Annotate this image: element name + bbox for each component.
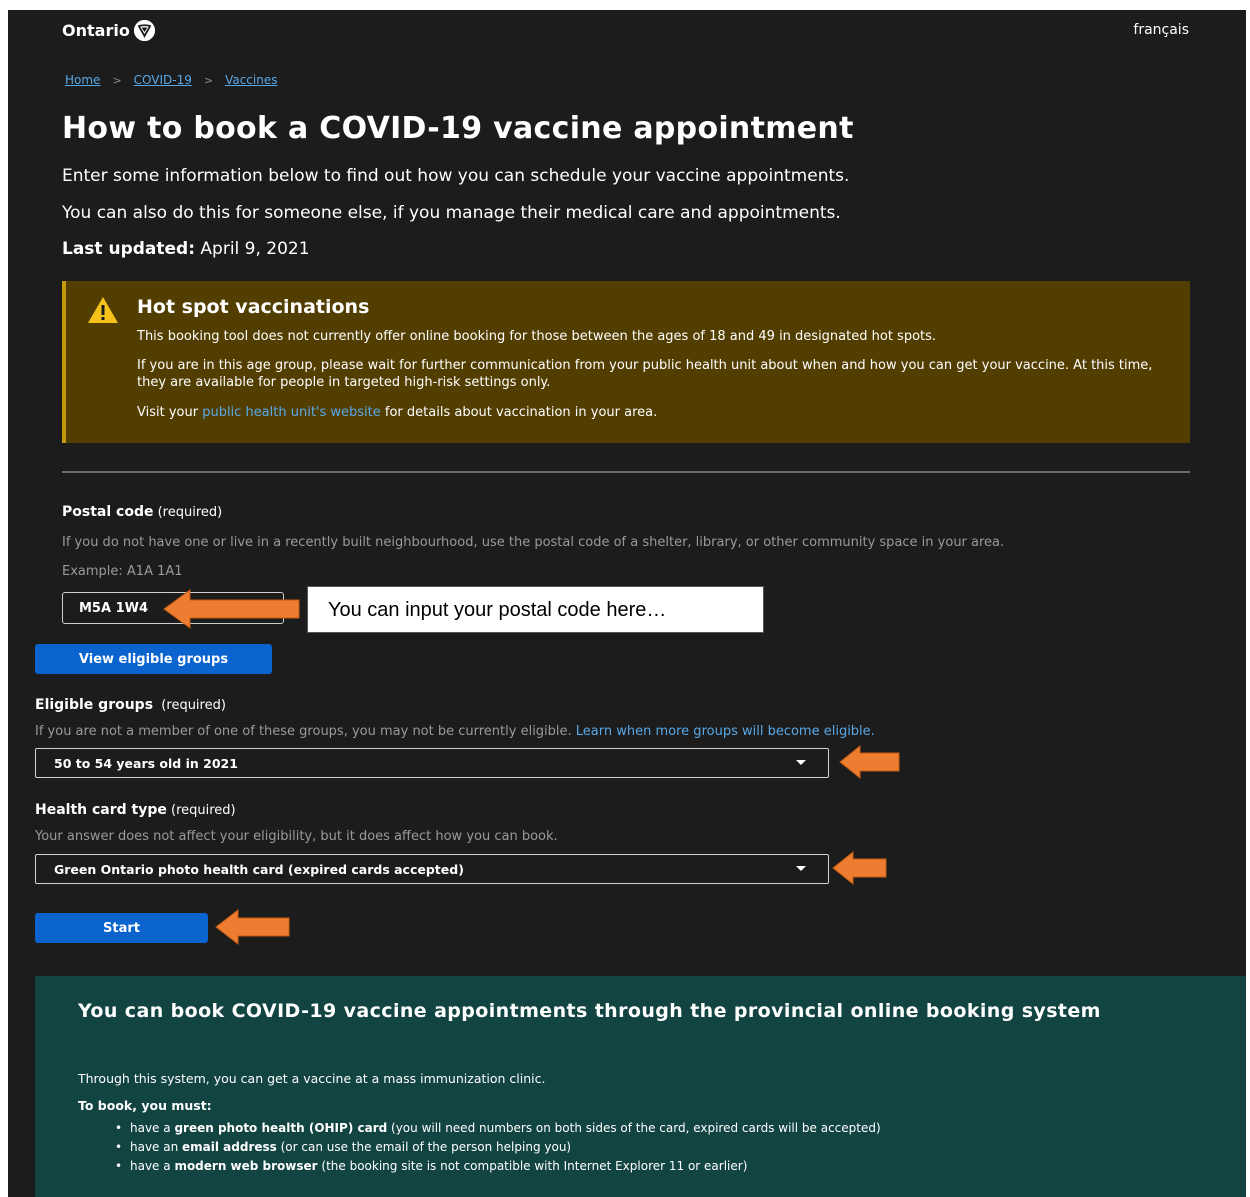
callout-text-part: Visit your	[137, 405, 203, 420]
item-text: (the booking site is not compatible with…	[317, 1159, 748, 1173]
trillium-icon	[133, 20, 155, 41]
chevron-down-icon	[796, 760, 806, 765]
chevron-down-icon	[796, 866, 806, 871]
last-updated: Last updated: April 9, 2021	[62, 239, 310, 259]
intro-text: Enter some information below to find out…	[62, 166, 850, 186]
label-text: Health card type	[35, 802, 167, 818]
booking-requirements-list: have a green photo health (OHIP) card (y…	[78, 1121, 881, 1178]
callout-title: Hot spot vaccinations	[137, 296, 370, 318]
view-eligible-groups-button[interactable]: View eligible groups	[35, 644, 272, 674]
page-title: How to book a COVID-19 vaccine appointme…	[62, 111, 854, 146]
item-emphasis: modern web browser	[174, 1159, 318, 1173]
language-toggle-link[interactable]: français	[1133, 22, 1189, 38]
annotation-arrow-icon	[163, 589, 300, 629]
breadcrumb-vaccines-link[interactable]: Vaccines	[225, 73, 277, 87]
callout-text: This booking tool does not currently off…	[137, 329, 937, 344]
section-divider	[62, 471, 1190, 473]
start-button[interactable]: Start	[35, 913, 208, 943]
booking-info-title: You can book COVID-19 vaccine appointmen…	[78, 1000, 1101, 1022]
last-updated-label: Last updated:	[62, 239, 196, 259]
booking-info-text: Through this system, you can get a vacci…	[78, 1071, 546, 1086]
annotation-arrow-icon	[839, 744, 900, 780]
postal-code-example: Example: A1A 1A1	[62, 564, 183, 579]
list-item: have a green photo health (OHIP) card (y…	[115, 1121, 881, 1136]
chevron-right-icon: >	[112, 73, 122, 87]
label-text: Postal code	[62, 504, 154, 520]
selected-value: Green Ontario photo health card (expired…	[54, 862, 464, 877]
postal-code-hint: If you do not have one or live in a rece…	[62, 535, 1005, 550]
annotation-arrow-icon	[832, 850, 887, 886]
intro-text-secondary: You can also do this for someone else, i…	[62, 203, 841, 223]
health-card-select[interactable]: Green Ontario photo health card (expired…	[35, 854, 829, 884]
health-card-hint: Your answer does not affect your eligibi…	[35, 829, 558, 844]
callout-text: If you are in this age group, please wai…	[137, 358, 1153, 390]
list-item: have a modern web browser (the booking s…	[115, 1159, 881, 1174]
item-emphasis: green photo health (OHIP) card	[174, 1121, 388, 1135]
annotation-callout: You can input your postal code here…	[307, 586, 764, 633]
health-card-label: Health card type (required)	[35, 802, 236, 818]
top-bar: Ontario français	[8, 10, 1246, 50]
logo-text: Ontario	[62, 21, 130, 40]
callout-text: Visit your public health unit's website …	[137, 404, 1157, 421]
item-text: (or can use the email of the person help…	[276, 1140, 572, 1154]
required-marker: (required)	[153, 698, 226, 713]
eligible-groups-label: Eligible groups (required)	[35, 697, 226, 713]
warning-icon	[88, 297, 118, 323]
ontario-logo[interactable]: Ontario	[62, 20, 155, 41]
item-text: (you will need numbers on both sides of …	[387, 1121, 881, 1135]
page: Ontario français Home > COVID-19 > Vacci…	[8, 10, 1246, 1197]
selected-value: 50 to 54 years old in 2021	[54, 756, 238, 771]
breadcrumb: Home > COVID-19 > Vaccines	[65, 73, 277, 87]
annotation-arrow-icon	[215, 908, 290, 946]
breadcrumb-home-link[interactable]: Home	[65, 73, 100, 87]
item-text: have a	[130, 1159, 175, 1173]
breadcrumb-covid-link[interactable]: COVID-19	[134, 73, 192, 87]
learn-more-link[interactable]: Learn when more groups will become eligi…	[576, 724, 875, 739]
booking-requirements-heading: To book, you must:	[78, 1098, 212, 1113]
eligible-groups-select[interactable]: 50 to 54 years old in 2021	[35, 748, 829, 778]
item-text: have a	[130, 1121, 175, 1135]
chevron-right-icon: >	[203, 73, 214, 87]
booking-info-section: You can book COVID-19 vaccine appointmen…	[35, 976, 1246, 1197]
item-text: have an	[130, 1140, 183, 1154]
label-text: Eligible groups	[35, 697, 154, 713]
required-marker: (required)	[153, 505, 223, 520]
eligible-groups-hint: If you are not a member of one of these …	[35, 724, 875, 739]
required-marker: (required)	[166, 803, 236, 818]
callout-text-part: for details about vaccination in your ar…	[380, 405, 658, 420]
public-health-unit-link[interactable]: public health unit's website	[202, 405, 381, 420]
item-emphasis: email address	[182, 1140, 277, 1154]
list-item: have an email address (or can use the em…	[115, 1140, 881, 1155]
postal-code-label: Postal code (required)	[62, 504, 222, 520]
hint-text: If you are not a member of one of these …	[35, 724, 576, 739]
hot-spot-callout: Hot spot vaccinations This booking tool …	[62, 281, 1190, 443]
last-updated-date: April 9, 2021	[195, 239, 310, 259]
